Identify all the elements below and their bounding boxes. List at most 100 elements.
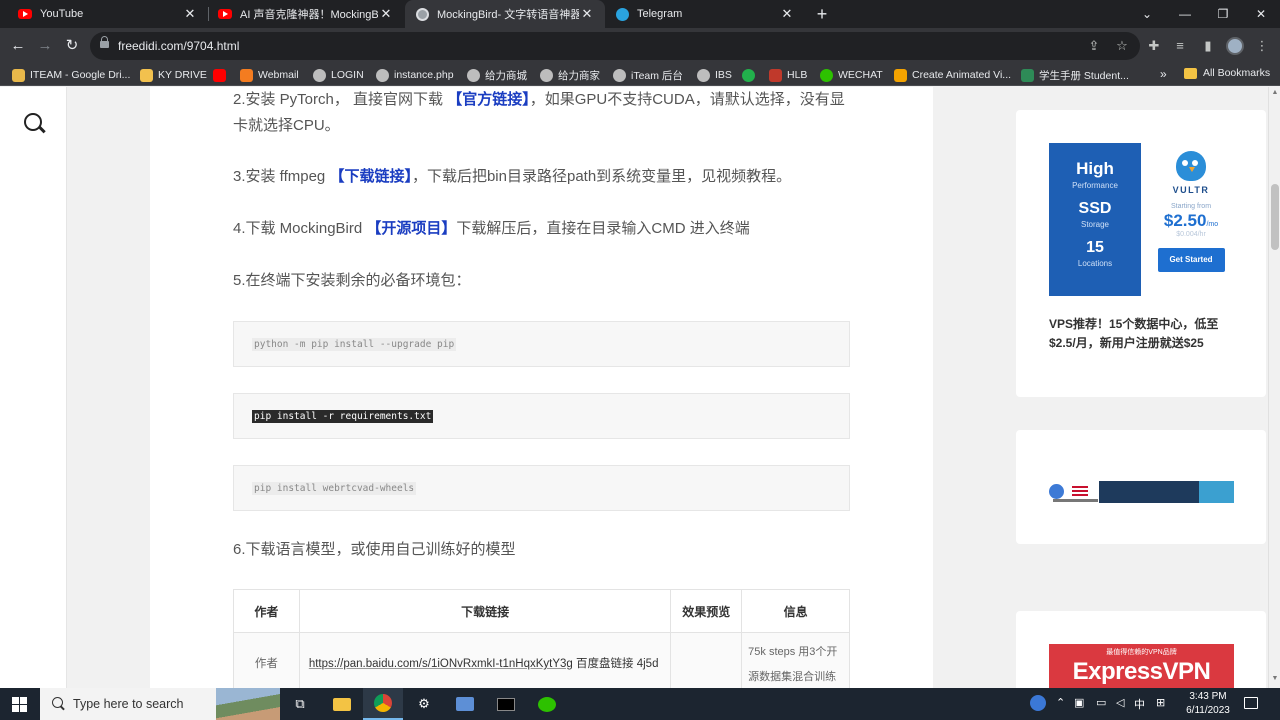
bookmark-hlb[interactable]: HLB — [769, 67, 807, 83]
globe-icon — [467, 68, 480, 82]
scroll-down-icon[interactable]: ▼ — [1271, 675, 1279, 682]
table-cell-preview — [670, 632, 743, 688]
code-block[interactable]: pip install webrtcvad-wheels — [233, 465, 850, 511]
bookmark-student-handbook[interactable]: 学生手册 Student... — [1021, 67, 1129, 83]
expressvpn-banner[interactable]: 最值得信赖的VPN品牌 ExpressVPN — [1049, 644, 1234, 688]
bookmark-iteam-admin[interactable]: iTeam 后台 — [613, 67, 683, 83]
globe-icon — [613, 68, 626, 82]
back-arrow-icon[interactable]: ← — [8, 36, 28, 56]
new-tab-button[interactable]: + — [812, 4, 832, 24]
bookmark-youtube[interactable] — [213, 67, 231, 83]
table-cell-author: 作者 — [233, 632, 300, 688]
profile-avatar[interactable] — [1226, 37, 1244, 55]
baidu-pan-link[interactable]: https://pan.baidu.com/s/1iONvRxmkI-t1nHq… — [309, 658, 573, 670]
extensions-icon[interactable]: ✚ — [1144, 36, 1164, 56]
tab-title: AI 声音克隆神器！MockingBird — [240, 9, 378, 21]
tab-ai-voice[interactable]: AI 声音克隆神器！MockingBird ✕ — [208, 0, 404, 28]
telegram-icon — [615, 7, 629, 21]
chevron-up-icon[interactable]: ⌃ — [1056, 696, 1065, 709]
bookmark-geili-merchant[interactable]: 给力商家 — [540, 67, 600, 83]
page-scrollbar[interactable]: ▲ ▼ — [1268, 87, 1280, 688]
volume-icon[interactable]: ◁ — [1116, 696, 1124, 709]
tab-youtube[interactable]: YouTube ✕ — [8, 0, 208, 28]
clock-time: 3:43 PM — [1189, 691, 1227, 702]
ime-mode-icon[interactable]: ⊞ — [1156, 696, 1165, 709]
ffmpeg-download-link[interactable]: 【下载链接】 — [329, 168, 412, 185]
bookmark-star-icon[interactable]: ☆ — [1112, 36, 1132, 56]
code-block[interactable]: python -m pip install --upgrade pip — [233, 321, 850, 367]
bookmark-green[interactable] — [742, 67, 760, 83]
tab-telegram[interactable]: Telegram ✕ — [605, 0, 805, 28]
reload-icon[interactable]: ↻ — [62, 36, 82, 56]
vultr-ad-banner[interactable]: High Performance SSD Storage 15 Location… — [1049, 143, 1241, 296]
bookmark-ibs[interactable]: IBS — [697, 67, 732, 83]
code-text-selected[interactable]: pip install -r requirements.txt — [252, 410, 434, 423]
bookmark-iteam-drive[interactable]: ITEAM - Google Dri... — [12, 67, 130, 83]
bookmark-ky-drive[interactable]: KY DRIVE — [140, 67, 207, 83]
code-text[interactable]: pip install webrtcvad-wheels — [252, 482, 417, 495]
help-icon[interactable] — [1030, 695, 1046, 711]
step-5-text: 5.在终端下安装剩余的必备环境包： — [233, 272, 471, 289]
vps-promo-text[interactable]: VPS推荐！15个数据中心，低至$2.5/月，新用户注册就送$25 — [1049, 315, 1239, 353]
code-block[interactable]: pip install -r requirements.txt — [233, 393, 850, 439]
table-cell-info: 75k steps 用3个开源数据集混合训练 — [741, 632, 850, 688]
windows-start-icon[interactable] — [12, 697, 27, 712]
close-icon[interactable]: ✕ — [779, 6, 795, 22]
terminal-icon[interactable] — [486, 688, 526, 720]
side-panel-icon[interactable]: ▮ — [1198, 36, 1218, 56]
scroll-up-icon[interactable]: ▲ — [1271, 89, 1279, 96]
address-bar[interactable]: freedidi.com/9704.html ⇪ ☆ — [90, 32, 1140, 60]
network-icon[interactable]: ▭ — [1096, 696, 1106, 709]
menu-kebab-icon[interactable]: ⋮ — [1252, 36, 1272, 56]
search-icon[interactable] — [14, 103, 52, 141]
scrollbar-thumb[interactable] — [1271, 184, 1279, 250]
media-control-icon[interactable]: ≡ — [1170, 36, 1190, 56]
close-icon[interactable]: ✕ — [182, 6, 198, 22]
notification-icon[interactable] — [1244, 697, 1258, 709]
folder-icon — [1184, 67, 1197, 79]
network-app-icon[interactable] — [445, 688, 485, 720]
task-view-icon[interactable]: ⧉ — [280, 688, 320, 720]
bookmark-webmail[interactable]: Webmail — [240, 67, 299, 83]
mini-ad-card[interactable] — [1016, 430, 1266, 544]
settings-gear-icon[interactable]: ⚙ — [404, 688, 444, 720]
search-highlight-image — [216, 688, 280, 720]
expressvpn-ad-card[interactable]: 最值得信赖的VPN品牌 ExpressVPN — [1016, 611, 1266, 688]
tab-search-icon[interactable]: ⌄ — [1128, 0, 1166, 28]
expressvpn-logo: ExpressVPN — [1072, 658, 1211, 685]
bookmark-create-animated[interactable]: Create Animated Vi... — [894, 67, 1011, 83]
bookmarks-overflow-button[interactable]: » — [1160, 67, 1167, 81]
code-text[interactable]: python -m pip install --upgrade pip — [252, 338, 457, 351]
vultr-ad-card[interactable]: High Performance SSD Storage 15 Location… — [1016, 110, 1266, 397]
ime-indicator[interactable]: 中 — [1134, 696, 1145, 712]
official-link[interactable]: 【官方链接】 — [447, 91, 530, 108]
close-icon[interactable]: ✕ — [378, 6, 394, 22]
tray-app-icon[interactable]: ▣ — [1074, 696, 1084, 709]
bookmark-instance[interactable]: instance.php — [376, 67, 454, 83]
bookmark-geili-mall[interactable]: 给力商城 — [467, 67, 527, 83]
taskbar-search-box[interactable]: Type here to search — [40, 688, 280, 720]
table-header: 下载链接 — [298, 589, 672, 633]
all-bookmarks-button[interactable]: All Bookmarks — [1184, 67, 1270, 79]
forward-arrow-icon[interactable]: → — [35, 36, 55, 56]
wechat-icon[interactable] — [527, 688, 567, 720]
hlb-icon — [769, 68, 782, 82]
bookmark-login[interactable]: LOGIN — [313, 67, 364, 83]
close-icon[interactable]: ✕ — [579, 6, 595, 22]
open-source-link[interactable]: 开源项目 — [381, 220, 441, 237]
mini-ad-banner[interactable] — [1049, 480, 1234, 506]
get-started-button[interactable]: Get Started — [1157, 248, 1225, 272]
minimize-button[interactable]: — — [1166, 0, 1204, 28]
url-text[interactable]: freedidi.com/9704.html — [118, 39, 239, 53]
taskbar-clock[interactable]: 3:43 PM 6/11/2023 — [1182, 690, 1234, 718]
file-explorer-icon[interactable] — [322, 688, 362, 720]
share-icon[interactable]: ⇪ — [1084, 36, 1104, 56]
browser-toolbar: ← → ↻ freedidi.com/9704.html ⇪ ☆ ✚ ≡ ▮ ⋮ — [0, 28, 1280, 64]
tab-mockingbird[interactable]: MockingBird- 文字转语音神器！ ✕ — [405, 0, 605, 28]
close-window-button[interactable]: ✕ — [1242, 0, 1280, 28]
chrome-icon[interactable] — [363, 688, 403, 720]
bookmark-wechat[interactable]: WECHAT — [820, 67, 883, 83]
lock-icon[interactable] — [100, 36, 109, 49]
search-icon — [52, 697, 65, 710]
maximize-button[interactable]: ❐ — [1204, 0, 1242, 28]
